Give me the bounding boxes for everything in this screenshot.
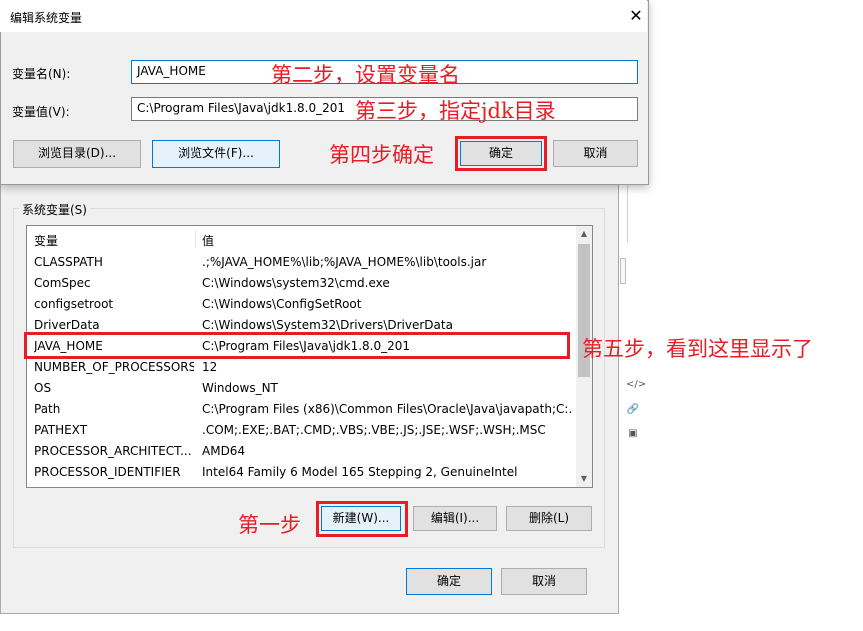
column-divider [195, 230, 196, 248]
row-name: PATHEXT [34, 423, 88, 437]
row-name: PROCESSOR_IDENTIFIER [34, 465, 181, 479]
row-value: Intel64 Family 6 Model 165 Stepping 2, G… [202, 465, 518, 479]
row-name: OS [34, 381, 52, 395]
row-value: .;%JAVA_HOME%\lib;%JAVA_HOME%\lib\tools.… [202, 255, 487, 269]
table-row[interactable]: PATHEXT .COM;.EXE;.BAT;.CMD;.VBS;.VBE;.JS… [27, 420, 576, 441]
browse-file-button[interactable]: 浏览文件(F)... [152, 140, 280, 168]
table-row[interactable]: CLASSPATH .;%JAVA_HOME%\lib;%JAVA_HOME%\l… [27, 252, 576, 273]
image-icon[interactable]: ▣ [626, 427, 640, 441]
background-panel [619, 176, 649, 614]
table-row[interactable]: ComSpec C:\Windows\system32\cmd.exe [27, 273, 576, 294]
browse-directory-button[interactable]: 浏览目录(D)... [13, 140, 141, 168]
row-value: Windows_NT [202, 381, 278, 395]
row-name: PROCESSOR_ARCHITECT... [34, 444, 192, 458]
table-row[interactable]: NUMBER_OF_PROCESSORS 12 [27, 357, 576, 378]
column-header-variable[interactable]: 变量 [34, 232, 58, 249]
row-name: Path [34, 402, 61, 416]
row-value: C:\Windows\System32\Drivers\DriverData [202, 318, 453, 332]
dialog-titlebar [0, 0, 647, 32]
variable-name-label: 变量名(N): [12, 67, 71, 81]
highlight-java-home-row [24, 332, 570, 359]
variable-value-label: 变量值(V): [12, 105, 70, 119]
scroll-down-icon[interactable]: ▼ [576, 471, 592, 487]
row-name: ComSpec [34, 276, 91, 290]
row-name: DriverData [34, 318, 100, 332]
footer-ok-button[interactable]: 确定 [406, 568, 492, 595]
dialog-title: 编辑系统变量 [10, 11, 83, 25]
annotation-step3: 第三步，指定jdk目录 [355, 99, 556, 123]
highlight-new-button [316, 501, 408, 537]
table-row[interactable]: Path C:\Program Files (x86)\Common Files\… [27, 399, 576, 420]
system-variables-label: 系统变量(S) [19, 201, 90, 218]
row-value: C:\Windows\ConfigSetRoot [202, 297, 362, 311]
table-row[interactable]: PROCESSOR_ARCHITECT... AMD64 [27, 441, 576, 462]
background-control [620, 258, 626, 284]
row-name: configsetroot [34, 297, 114, 311]
row-value: C:\Windows\system32\cmd.exe [202, 276, 390, 290]
delete-button[interactable]: 删除(L) [506, 506, 592, 531]
row-value: C:\Program Files (x86)\Common Files\Orac… [202, 402, 572, 416]
table-row[interactable]: configsetroot C:\Windows\ConfigSetRoot [27, 294, 576, 315]
annotation-step4: 第四步确定 [329, 143, 434, 167]
background-divider [627, 176, 628, 242]
dialog-cancel-button[interactable]: 取消 [553, 140, 638, 167]
annotation-step2: 第二步，设置变量名 [271, 63, 460, 87]
highlight-ok-button [455, 136, 547, 171]
list-header: 变量 值 [27, 226, 576, 252]
row-name: NUMBER_OF_PROCESSORS [34, 360, 194, 374]
link-icon[interactable]: 🔗 [626, 403, 640, 417]
close-icon[interactable]: ✕ [626, 6, 646, 26]
row-name: CLASSPATH [34, 255, 103, 269]
footer-cancel-button[interactable]: 取消 [501, 568, 587, 595]
annotation-step1: 第一步 [238, 513, 301, 537]
row-value: 12 [202, 360, 218, 374]
table-row[interactable]: OS Windows_NT [27, 378, 576, 399]
table-row[interactable]: PROCESSOR_IDENTIFIER Intel64 Family 6 Mod… [27, 462, 576, 483]
scroll-up-icon[interactable]: ▲ [576, 226, 592, 242]
edit-button[interactable]: 编辑(I)... [413, 506, 497, 531]
row-value: AMD64 [202, 444, 246, 458]
row-value: .COM;.EXE;.BAT;.CMD;.VBS;.VBE;.JS;.JSE;.… [202, 423, 546, 437]
column-header-value[interactable]: 值 [202, 232, 214, 249]
code-icon[interactable]: </> [626, 378, 646, 392]
annotation-step5: 第五步，看到这里显示了 [582, 337, 813, 361]
